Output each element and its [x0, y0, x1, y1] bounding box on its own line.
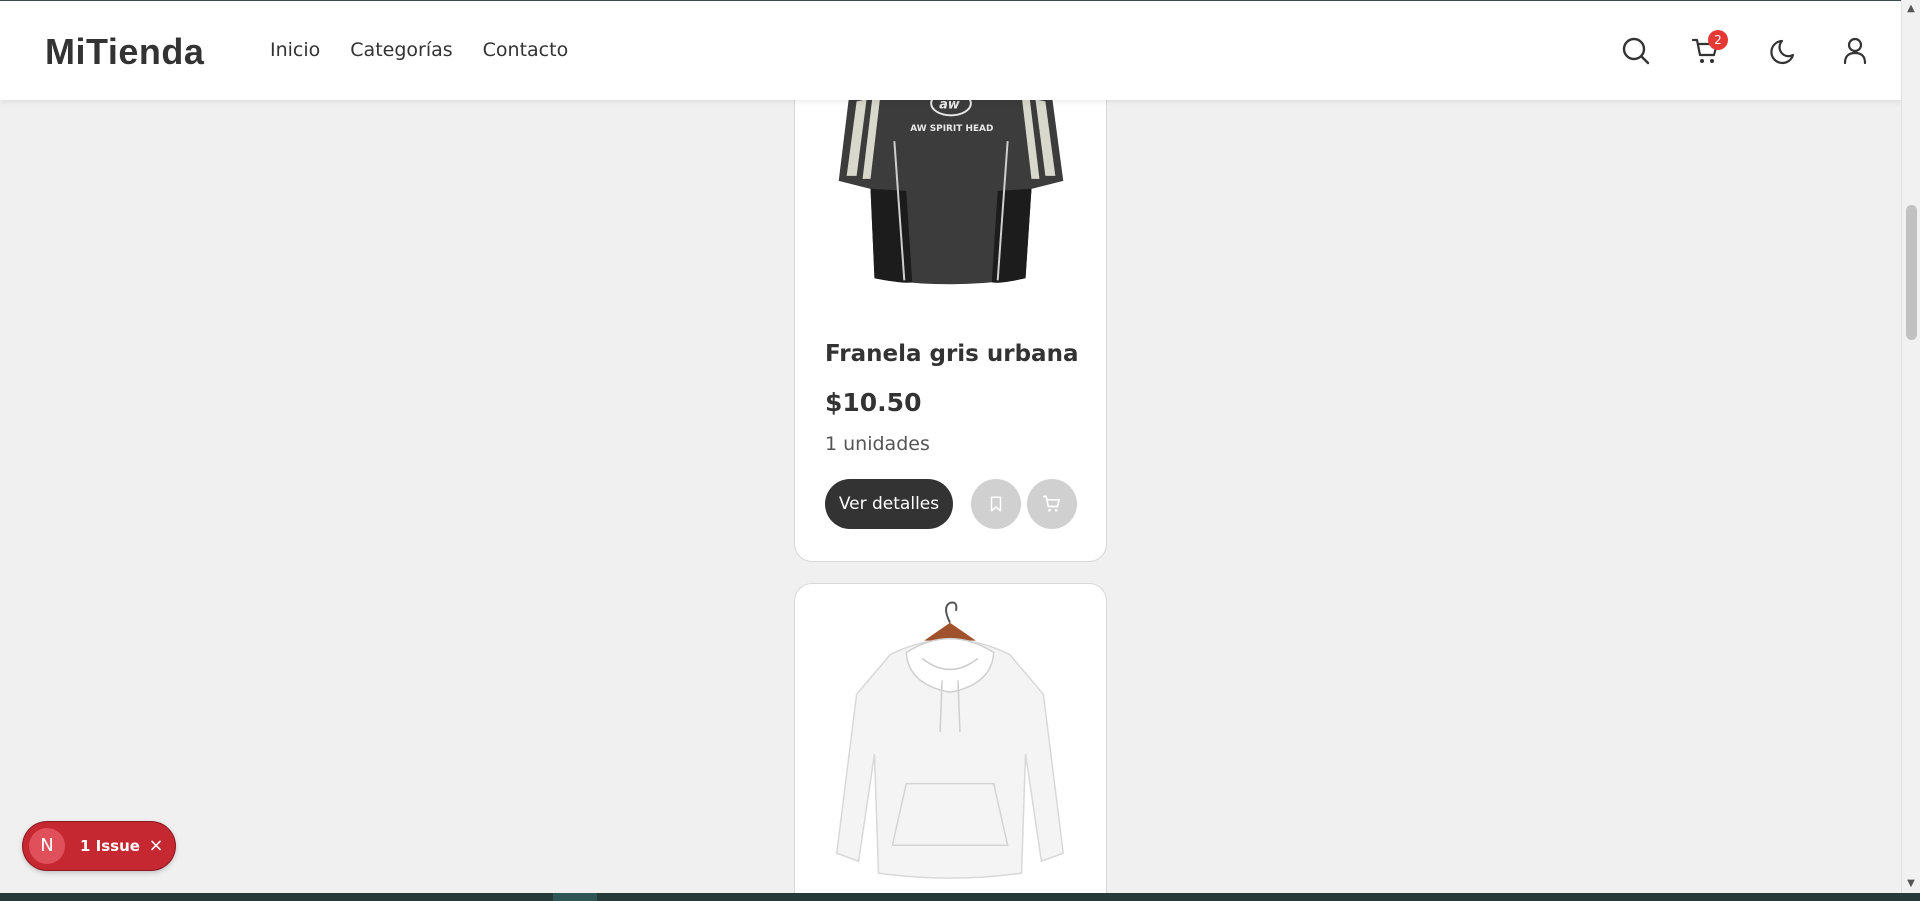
bookmark-button[interactable] [971, 479, 1021, 529]
scroll-down-arrow-icon[interactable]: ▼ [1905, 879, 1917, 889]
issue-indicator[interactable]: N 1 Issue × [23, 822, 175, 870]
hoodie-image [835, 601, 1065, 879]
moon-icon [1770, 39, 1795, 65]
search-button[interactable] [1620, 35, 1652, 67]
page-viewport: aw AW SPIRIT HEAD Franela gris urbana $1… [0, 0, 1901, 893]
nav-item-contacto[interactable]: Contacto [483, 39, 569, 61]
site-header: MiTienda Inicio Categorías Contacto 2 [0, 0, 1901, 100]
taskbar-active-item[interactable] [553, 893, 597, 901]
bookmark-icon [990, 496, 1002, 512]
os-taskbar [0, 893, 1920, 901]
scroll-up-arrow-icon[interactable]: ▲ [1905, 4, 1917, 14]
header-actions: 2 [1601, 1, 1901, 101]
product-card: aw AW SPIRIT HEAD Franela gris urbana $1… [794, 40, 1107, 562]
nav-item-inicio[interactable]: Inicio [270, 39, 320, 61]
brand-logo[interactable]: MiTienda [45, 31, 204, 73]
product-units: 1 unidades [825, 433, 930, 455]
nextjs-logo-icon: N [29, 828, 65, 864]
shirt-print-text: AW SPIRIT HEAD [910, 124, 993, 134]
product-price: $10.50 [825, 388, 922, 417]
user-icon [1843, 37, 1867, 65]
close-icon[interactable]: × [144, 834, 168, 858]
search-icon [1622, 37, 1650, 65]
issue-count-label[interactable]: 1 Issue [80, 837, 140, 855]
scrollbar-thumb[interactable] [1906, 205, 1917, 340]
add-to-cart-button[interactable] [1027, 479, 1077, 529]
product-card [794, 583, 1107, 893]
cart-add-icon [1042, 495, 1060, 512]
product-image[interactable] [795, 584, 1106, 884]
product-name: Franela gris urbana [825, 341, 1079, 367]
user-account-button[interactable] [1839, 35, 1871, 67]
vertical-scrollbar[interactable]: ▲ ▼ [1901, 0, 1920, 893]
main-nav: Inicio Categorías Contacto [270, 39, 568, 61]
cart-count-badge: 2 [1708, 30, 1728, 50]
view-details-button[interactable]: Ver detalles [825, 479, 953, 529]
nav-item-categorias[interactable]: Categorías [350, 39, 452, 61]
cart-button[interactable]: 2 [1690, 30, 1728, 67]
theme-toggle-button[interactable] [1769, 35, 1801, 67]
